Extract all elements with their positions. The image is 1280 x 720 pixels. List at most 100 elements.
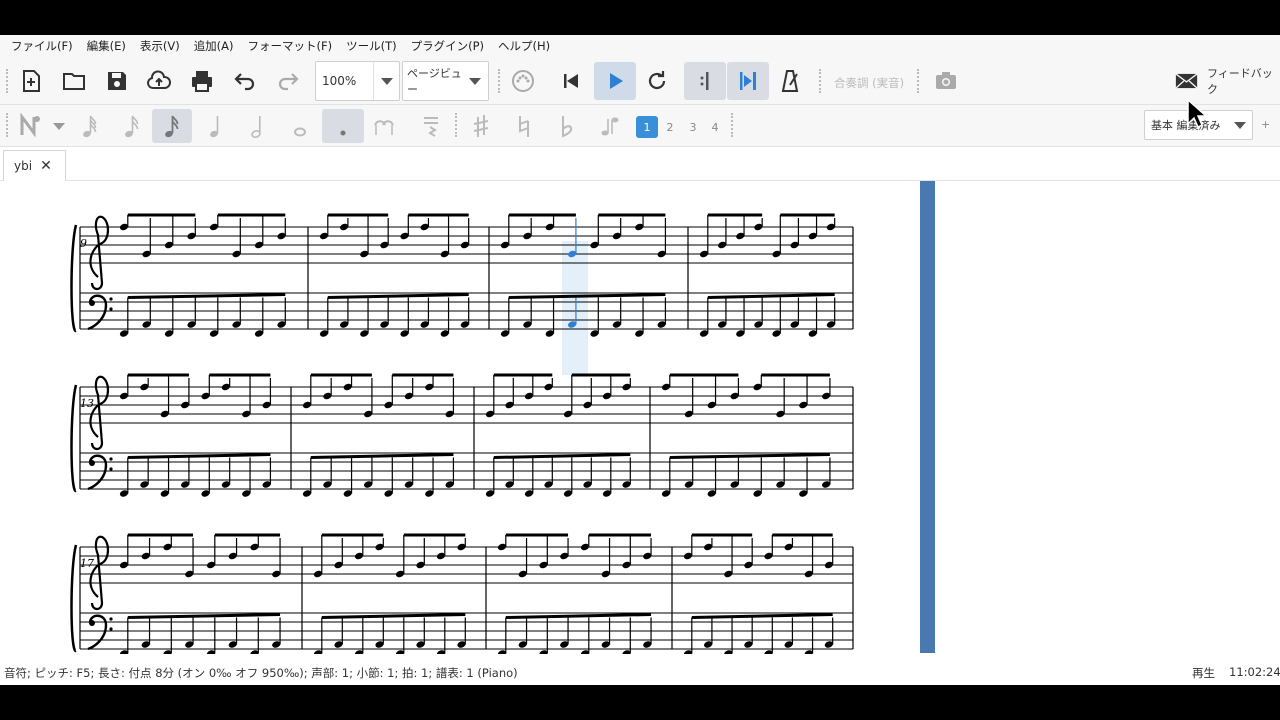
repeat-icon [740,72,756,90]
feedback-label: フィードバック [1207,67,1273,96]
tie-icon [374,120,394,135]
save-button[interactable] [101,65,133,97]
beam [707,293,835,299]
voice-4-button[interactable]: 4 [704,116,726,138]
menu-format[interactable]: フォーマット(F) [241,35,340,57]
menu-tools[interactable]: ツール(T) [339,35,404,57]
score-tab[interactable]: ybi ✕ [3,150,66,181]
duration-64th-button[interactable] [72,109,108,143]
rest-button[interactable] [413,109,449,143]
beam [321,613,466,619]
print-button[interactable] [186,65,218,97]
zoom-select[interactable]: 100% [315,61,400,101]
note-32nd-icon [125,115,139,138]
vertical-scrollbar[interactable] [920,181,935,653]
toolbar-grip[interactable] [498,69,502,93]
bass-clef [86,294,114,331]
treble-clef [89,375,110,451]
tie-button[interactable] [366,109,402,143]
note-64th-icon [83,115,97,138]
undo-button[interactable] [229,65,261,97]
printer-icon [192,71,212,92]
envelope-icon [1175,73,1198,89]
selection-highlight [562,241,588,375]
augmentation-dot-button[interactable] [322,109,364,143]
loop-icon [648,71,666,90]
natural-button[interactable] [506,109,542,143]
toolbar-grip[interactable] [6,69,10,93]
mouse-cursor-icon [1187,98,1208,129]
chevron-down-icon [373,62,399,100]
duration-8th-button[interactable] [197,109,233,143]
loop-in-button[interactable] [684,62,726,100]
view-mode-select[interactable]: ページビュー [402,61,489,101]
midi-input-button[interactable] [507,65,539,97]
duration-half-button[interactable] [239,109,275,143]
beam [310,453,454,459]
open-button[interactable] [58,65,90,97]
close-icon[interactable]: ✕ [40,158,52,174]
feedback-button[interactable]: フィードバック [1175,67,1275,96]
rewind-button[interactable] [555,65,587,97]
save-online-button[interactable] [143,65,175,97]
play-button[interactable] [594,62,636,100]
concert-pitch-toggle[interactable]: 合奏調 (実音) [834,75,904,91]
dot-icon [340,130,346,136]
flip-direction-button[interactable] [592,109,628,143]
loop-button[interactable] [641,65,673,97]
score-page: 9 13 17 [70,213,854,657]
add-workspace-button[interactable]: + [1261,118,1270,131]
duration-whole-button[interactable] [282,109,318,143]
menu-help[interactable]: ヘルプ(H) [491,35,557,57]
toolbar-grip[interactable] [917,69,921,93]
status-bar: 音符; ピッチ: F5; 長さ: 付点 8分 (オン 0‰ オフ 950‰); … [0,660,1280,685]
chevron-down-icon [1228,111,1252,139]
score-canvas[interactable]: 9 13 17 [0,181,1280,657]
chevron-down-icon [462,62,488,100]
measure-number-9: 9 [80,237,87,250]
redo-button[interactable] [272,65,304,97]
menu-bar: ファイル(F) 編集(E) 表示(V) 追加(A) フォーマット(F) ツール(… [0,35,1280,57]
menu-add[interactable]: 追加(A) [187,35,241,57]
image-capture-button[interactable] [930,65,962,97]
menu-plugins[interactable]: プラグイン(P) [404,35,491,57]
toolbar-grip[interactable] [455,113,459,137]
folder-icon [63,73,85,90]
zoom-value: 100% [322,74,357,88]
status-text: 音符; ピッチ: F5; 長さ: 付点 8分 (オン 0‰ オフ 950‰); … [4,666,518,680]
beam [127,293,286,299]
flat-icon [562,116,573,138]
voice-2-button[interactable]: 2 [659,116,681,138]
beam [505,613,652,619]
view-mode-value: ページビュー [407,67,462,96]
main-toolbar: 100% ページビュー 合奏調 (実音) フィードバック [0,57,1280,105]
flat-button[interactable] [549,109,585,143]
score-systems [70,213,854,657]
measure-number-17: 17 [80,557,94,570]
note-input-mode-button[interactable] [16,109,46,143]
new-score-button[interactable] [15,65,47,97]
natural-icon [519,116,529,137]
metronome-button[interactable] [774,65,806,97]
voice-1-button[interactable]: 1 [636,116,658,138]
menu-file[interactable]: ファイル(F) [4,35,80,57]
new-file-icon [23,70,40,92]
treble-clef [89,215,110,291]
sharp-button[interactable] [463,109,499,143]
score-tab-bar: ybi ✕ [0,147,1280,181]
play-repeats-button[interactable] [727,62,769,100]
note-input-mode-dropdown[interactable] [46,109,72,143]
toolbar-grip[interactable] [731,113,735,137]
toolbar-grip[interactable] [6,113,10,137]
voice-3-button[interactable]: 3 [682,116,704,138]
menu-edit[interactable]: 編集(E) [80,35,133,57]
system-brace [70,384,78,493]
duration-16th-button[interactable] [152,109,192,143]
midi-icon [512,70,534,92]
note-input-toolbar: 1 2 3 4 基本 編集済み + [0,105,1280,147]
duration-32nd-button[interactable] [114,109,150,143]
redo-icon [278,73,299,91]
undo-icon [234,73,255,91]
menu-view[interactable]: 表示(V) [133,35,187,57]
toolbar-grip[interactable] [819,69,823,93]
